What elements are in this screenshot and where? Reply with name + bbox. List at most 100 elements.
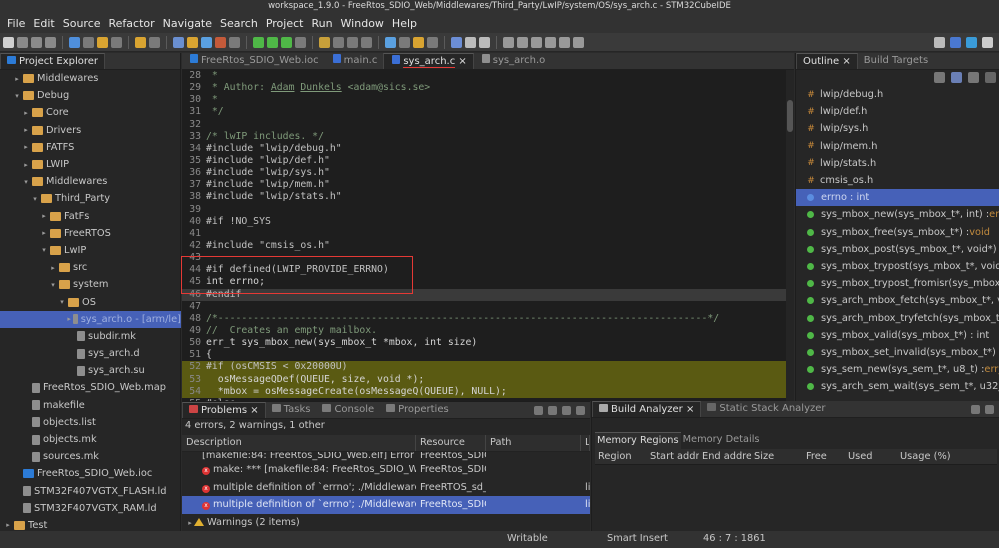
menu-navigate[interactable]: Navigate — [159, 17, 216, 30]
expand-arrow-icon[interactable]: ▸ — [49, 264, 57, 272]
close-tab-icon[interactable]: × — [247, 405, 258, 416]
tab-problems[interactable]: Problems × — [182, 402, 266, 418]
outline-item[interactable]: # lwip/debug.h — [796, 86, 999, 103]
menu-search[interactable]: Search — [216, 17, 262, 30]
tab-console[interactable]: Console — [316, 402, 380, 418]
expand-arrow-icon[interactable]: ▾ — [22, 178, 30, 186]
tree-item[interactable]: sys_arch.su — [0, 362, 181, 379]
tree-item[interactable]: ▸ LWIP — [0, 156, 181, 173]
outline-item[interactable]: sys_mbox_post(sys_mbox_t*, void*) : void — [796, 241, 999, 258]
code-line[interactable]: 39 — [182, 204, 786, 216]
outline-item[interactable]: # lwip/stats.h — [796, 155, 999, 172]
tree-item[interactable]: STM32F407VGTX_FLASH.ld — [0, 483, 181, 500]
tab-static-stack-analyzer[interactable]: Static Stack Analyzer — [701, 401, 831, 417]
problem-row[interactable]: x multiple definition of `errno'; ./Middl… — [182, 496, 590, 514]
outline-item[interactable]: # lwip/def.h — [796, 103, 999, 120]
toolbar-icon-17[interactable] — [229, 36, 240, 48]
menu-source[interactable]: Source — [59, 17, 105, 30]
expand-arrow-icon[interactable]: ▾ — [49, 281, 57, 289]
outline-item[interactable]: sys_arch_mbox_fetch(sys_mbox_t*, void** — [796, 292, 999, 309]
toolbar-icon-7[interactable] — [97, 36, 108, 48]
code-area[interactable]: 28 * 29 * Author: Adam Dunkels <adam@sics… — [182, 70, 786, 401]
maximize-icon[interactable] — [985, 405, 994, 414]
expand-arrow-icon[interactable]: ▸ — [22, 143, 30, 151]
code-line[interactable]: 49 // Creates an empty mailbox. — [182, 325, 786, 337]
view-menu-icon[interactable] — [985, 72, 996, 83]
tab-project-explorer[interactable]: Project Explorer — [0, 53, 106, 69]
menu-window[interactable]: Window — [337, 17, 388, 30]
code-line[interactable]: 46 #endif — [182, 288, 786, 301]
tree-item[interactable]: objects.list — [0, 414, 181, 431]
code-line[interactable]: 42 #include "cmsis_os.h" — [182, 240, 786, 252]
expand-arrow-icon[interactable]: ▸ — [40, 212, 48, 220]
toolbar-icon-10[interactable] — [135, 36, 146, 48]
column-usage-[interactable]: Usage (%) — [897, 449, 995, 464]
toolbar-icon-43[interactable] — [573, 36, 584, 48]
outline-item[interactable]: sys_arch_sem_wait(sys_sem_t*, u32_t) : u — [796, 378, 999, 395]
code-line[interactable]: 36 #include "lwip/sys.h" — [182, 167, 786, 179]
toolbar-icon-3[interactable] — [45, 36, 56, 48]
expand-arrow-icon[interactable]: ▸ — [22, 109, 30, 117]
expand-arrow-icon[interactable]: ▾ — [40, 246, 48, 254]
tree-item[interactable]: ▾ Third_Party — [0, 190, 181, 207]
tree-item[interactable]: ▸ Core — [0, 104, 181, 121]
column-start-addre[interactable]: Start addre — [647, 449, 699, 464]
expand-arrow-icon[interactable]: ▾ — [58, 298, 66, 306]
outline-item[interactable]: sys_mbox_set_invalid(sys_mbox_t*) : void — [796, 344, 999, 361]
code-line[interactable]: 28 * — [182, 70, 786, 82]
search-icon[interactable] — [934, 36, 945, 48]
outline-item[interactable]: sys_mbox_trypost_fromisr(sys_mbox_t*, vo — [796, 275, 999, 292]
toolbar-icon-11[interactable] — [149, 36, 160, 48]
editor-tab-sys-arch-o[interactable]: sys_arch.o — [474, 53, 552, 69]
column-description[interactable]: Description — [182, 435, 416, 451]
tree-item[interactable]: ▸ FATFS — [0, 139, 181, 156]
toolbar-icon-27[interactable] — [361, 36, 372, 48]
expand-arrow-icon[interactable]: ▸ — [186, 519, 194, 527]
debug-perspective-icon[interactable] — [982, 36, 993, 48]
code-line[interactable]: 50 err_t sys_mbox_new(sys_mbox_t *mbox, i… — [182, 337, 786, 349]
toolbar-icon-15[interactable] — [201, 36, 212, 48]
minimize-icon[interactable] — [562, 406, 571, 415]
code-line[interactable]: 33 /* lwIP includes. */ — [182, 131, 786, 143]
view-menu-icon[interactable] — [548, 406, 557, 415]
toolbar-icon-6[interactable] — [83, 36, 94, 48]
column-size[interactable]: Size — [751, 449, 803, 464]
toolbar-icon-2[interactable] — [31, 36, 42, 48]
tree-item[interactable]: FreeRtos_SDIO_Web.ioc — [0, 465, 181, 482]
code-line[interactable]: 51 { — [182, 349, 786, 361]
tree-item[interactable]: FreeRtos_SDIO_Web.map — [0, 379, 181, 396]
code-line[interactable]: 44 #if defined(LWIP_PROVIDE_ERRNO) — [182, 264, 786, 276]
toolbar-icon-34[interactable] — [451, 36, 462, 48]
toolbar-icon-31[interactable] — [413, 36, 424, 48]
menu-file[interactable]: File — [3, 17, 29, 30]
column-region[interactable]: Region — [595, 449, 647, 464]
expand-arrow-icon[interactable]: ▸ — [22, 161, 30, 169]
tree-item[interactable]: objects.mk — [0, 431, 181, 448]
tree-item[interactable]: subdir.mk — [0, 328, 181, 345]
tree-item[interactable]: sources.mk — [0, 448, 181, 465]
code-line[interactable]: 38 #include "lwip/stats.h" — [182, 191, 786, 203]
close-tab-icon[interactable]: × — [839, 56, 850, 67]
toolbar-icon-14[interactable] — [187, 36, 198, 48]
toolbar-icon-19[interactable] — [253, 36, 264, 48]
tree-item[interactable]: ▸ sys_arch.o - [arm/le] — [0, 310, 181, 328]
perspective-icon[interactable] — [950, 36, 961, 48]
toolbar-icon-38[interactable] — [503, 36, 514, 48]
minimize-icon[interactable] — [971, 405, 980, 414]
toolbar-icon-26[interactable] — [347, 36, 358, 48]
cube-icon[interactable] — [966, 36, 977, 48]
code-line[interactable]: 48 /*------------------------------------… — [182, 313, 786, 325]
sort-icon[interactable] — [934, 72, 945, 83]
column-used[interactable]: Used — [845, 449, 897, 464]
outline-item[interactable]: sys_mbox_new(sys_mbox_t*, int) : err_t — [796, 206, 999, 223]
expand-arrow-icon[interactable]: ▸ — [13, 75, 21, 83]
toolbar-icon-20[interactable] — [267, 36, 278, 48]
tree-item[interactable]: sys_arch.d — [0, 345, 181, 362]
toolbar-icon-30[interactable] — [399, 36, 410, 48]
toolbar-icon-8[interactable] — [111, 36, 122, 48]
scrollbar-thumb[interactable] — [787, 100, 793, 132]
toolbar-icon-25[interactable] — [333, 36, 344, 48]
toolbar-icon-5[interactable] — [69, 36, 80, 48]
maximize-icon[interactable] — [576, 406, 585, 415]
menu-refactor[interactable]: Refactor — [105, 17, 159, 30]
